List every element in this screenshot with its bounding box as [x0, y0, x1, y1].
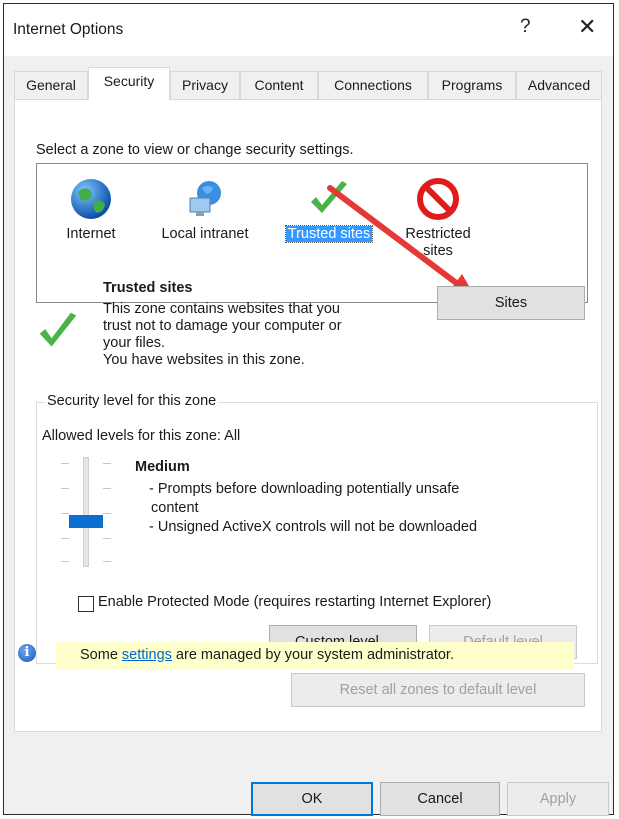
slider-tick — [103, 488, 111, 489]
tab-programs[interactable]: Programs — [428, 71, 516, 99]
tab-connections[interactable]: Connections — [318, 71, 428, 99]
protected-mode-checkbox[interactable] — [78, 596, 94, 612]
tab-general[interactable]: General — [14, 71, 88, 99]
security-panel: Select a zone to view or change security… — [14, 99, 602, 732]
title-bar: Internet Options ? ✕ — [4, 4, 613, 56]
reset-all-zones-button[interactable]: Reset all zones to default level — [291, 673, 585, 707]
slider-tick — [61, 561, 69, 562]
slider-tick — [103, 463, 111, 464]
security-level-description: - Prompts before downloading potentially… — [149, 481, 478, 535]
zone-checkmark-icon — [39, 312, 77, 347]
settings-link[interactable]: settings — [122, 647, 172, 663]
slider-tick — [103, 561, 111, 562]
slider-thumb[interactable] — [69, 515, 103, 528]
slider-tick — [103, 513, 111, 514]
slider-tick — [61, 463, 69, 464]
info-message: Some settings are managed by your system… — [80, 647, 454, 663]
slider-tick — [103, 538, 111, 539]
protected-mode-label[interactable]: Enable Protected Mode (requires restarti… — [98, 594, 491, 610]
slider-tick — [61, 513, 69, 514]
ok-button[interactable]: OK — [251, 782, 373, 816]
cancel-button[interactable]: Cancel — [380, 782, 500, 816]
window-title: Internet Options — [13, 21, 124, 38]
slider-tick — [61, 488, 69, 489]
sites-button[interactable]: Sites — [437, 286, 585, 320]
security-level-name: Medium — [135, 459, 190, 475]
slider-track — [83, 457, 89, 567]
security-level-legend: Security level for this zone — [45, 393, 219, 409]
security-level-group: Security level for this zone Allowed lev… — [36, 393, 598, 664]
tab-security[interactable]: Security — [88, 67, 170, 100]
tab-privacy[interactable]: Privacy — [170, 71, 240, 99]
internet-options-dialog: Internet Options ? ✕ General Security Pr… — [3, 3, 614, 816]
zone-detail-description: This zone contains websites that you tru… — [103, 301, 342, 368]
close-button[interactable]: ✕ — [578, 14, 596, 40]
zone-detail-title: Trusted sites — [103, 280, 193, 296]
slider-tick — [61, 538, 69, 539]
tab-content[interactable]: Content — [240, 71, 318, 99]
help-button[interactable]: ? — [520, 16, 531, 38]
allowed-levels-label: Allowed levels for this zone: All — [42, 428, 241, 444]
tab-advanced[interactable]: Advanced — [516, 71, 602, 99]
apply-button[interactable]: Apply — [507, 782, 609, 816]
info-icon: i — [18, 644, 36, 662]
